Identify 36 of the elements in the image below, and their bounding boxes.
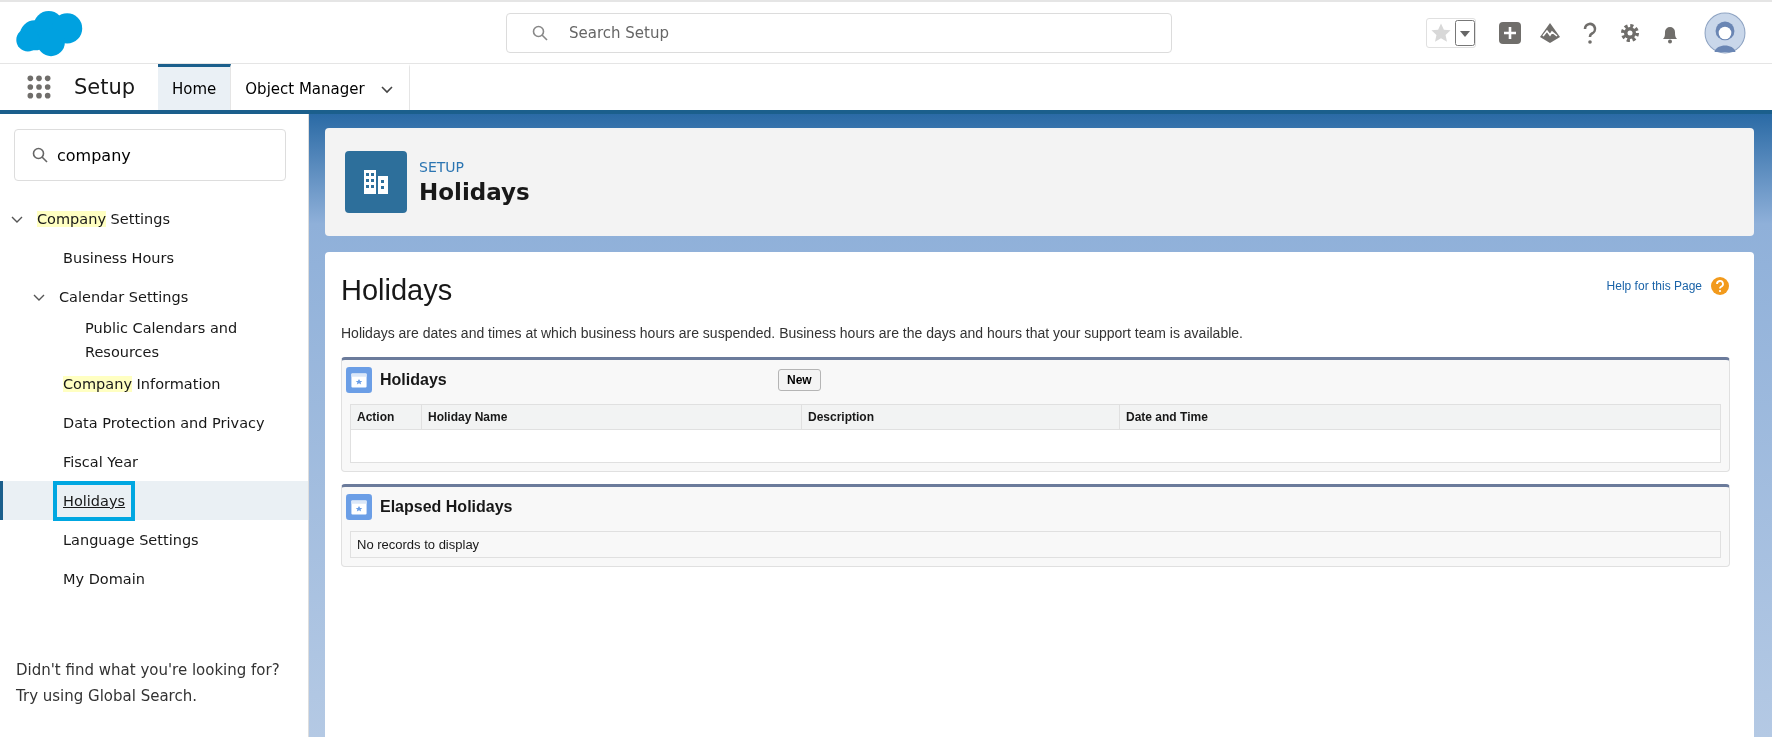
column-header: Description — [801, 405, 1119, 429]
quick-find-field[interactable]: company — [14, 129, 286, 181]
breadcrumb: SETUP — [419, 159, 465, 175]
tree-item[interactable]: Public Calendars and Resources — [85, 316, 300, 364]
tree-item[interactable]: My Domain — [63, 566, 145, 591]
avatar-icon[interactable] — [1704, 11, 1746, 54]
column-header: Date and Time — [1119, 405, 1720, 429]
tree-item[interactable]: Calendar Settings — [59, 284, 189, 309]
app-launcher-icon[interactable] — [26, 74, 52, 100]
new-button[interactable]: New — [778, 369, 821, 391]
content-title: Holidays — [341, 274, 453, 307]
description-text: Holidays are dates and times at which business hours are suspended. Business hours are the days and hours that your support team is available. — [341, 325, 1244, 341]
page-title: Holidays — [419, 179, 530, 205]
search-icon — [532, 24, 548, 41]
calendar-icon — [346, 367, 372, 393]
help-link[interactable]: Help for this Page — [1606, 279, 1702, 293]
help-text: Try using Global Search. — [16, 686, 198, 707]
plus-icon[interactable] — [1498, 20, 1522, 45]
caret-icon[interactable] — [1455, 19, 1475, 46]
tree-item[interactable]: Data Protection and Privacy — [63, 410, 265, 435]
tree-item[interactable]: Language Settings — [63, 527, 199, 552]
tree-item[interactable]: Business Hours — [63, 245, 175, 270]
nav-tab[interactable]: Home — [158, 64, 232, 110]
tree-item[interactable]: Company Settings — [37, 206, 171, 231]
search-field[interactable]: Search Setup — [506, 12, 1172, 53]
search-icon — [32, 147, 48, 163]
column-header: Holiday Name — [421, 405, 801, 429]
section-title: Holidays — [380, 371, 448, 389]
tree-item[interactable]: Fiscal Year — [63, 449, 139, 474]
help-text: Didn't find what you're looking for? — [16, 660, 281, 681]
section-title: Elapsed Holidays — [380, 498, 514, 516]
building-icon — [345, 151, 407, 213]
column-header: Action — [356, 409, 396, 426]
calendar-icon — [346, 494, 372, 520]
empty-message: No records to display — [350, 531, 1721, 558]
tree-item[interactable]: Company Information — [63, 371, 221, 396]
